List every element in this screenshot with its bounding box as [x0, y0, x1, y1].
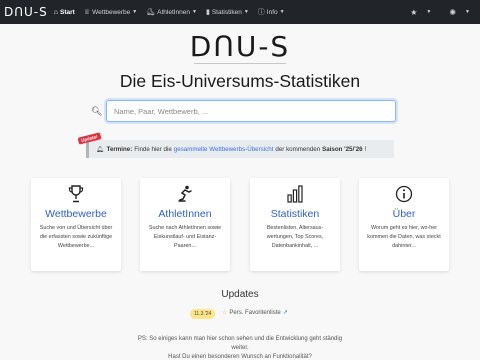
- navbar-right-tools: ★ ▼ ✺ ▼: [392, 0, 470, 24]
- wettbewerbs-overview-link[interactable]: gesammelte Wettbewerbs-Übersicht: [174, 146, 274, 153]
- chevron-down-icon: ▼: [426, 9, 432, 15]
- nav-statistiken[interactable]: ▮ Statistiken ▼: [205, 8, 249, 17]
- nav-athletinnen-label: AthletInnen: [157, 8, 191, 16]
- favorites-dropdown[interactable]: ★ ▼: [401, 8, 431, 17]
- card-statistiken[interactable]: Statistiken Bestenlisten, Altersaus-wert…: [250, 178, 340, 271]
- trophy-icon: ♕: [83, 9, 91, 16]
- chevron-down-icon: ▼: [192, 9, 197, 15]
- search-input[interactable]: [106, 100, 396, 122]
- logo-divider: [194, 63, 286, 64]
- nav-start-label: Start: [60, 8, 75, 16]
- bar-chart-icon: [250, 185, 340, 203]
- ps-text-line-3: Hast Du einen besonderen Wunsch an Funkt…: [168, 354, 312, 360]
- notice-season: Saison '25/'26: [322, 145, 363, 153]
- nav-statistiken-label: Statistiken: [211, 8, 242, 16]
- search-icon: 🔍︎: [91, 106, 103, 116]
- nav-info-label: Info: [266, 8, 278, 16]
- chevron-down-icon: ▼: [465, 9, 470, 15]
- nav-start[interactable]: ⌂ Start: [54, 9, 75, 16]
- notice-text-after: !: [364, 145, 367, 153]
- update-entry[interactable]: ☆ Pers. Favoritenliste ↗: [222, 309, 288, 317]
- card-ueber[interactable]: Über Worum geht es hier, wo-her kommen d…: [359, 178, 449, 271]
- bar-chart-icon: ▮: [205, 9, 210, 16]
- ps-text-line-2: weiter.: [231, 345, 249, 351]
- notice-text-middle: der kommenden: [275, 145, 321, 153]
- notice-label: Termine:: [106, 145, 133, 153]
- theme-dropdown[interactable]: ✺ ▼: [440, 8, 470, 17]
- bell-icon: 🔔︎: [96, 146, 104, 153]
- card-wettbewerbe[interactable]: Wettbewerbe Suche von und Übersicht über…: [31, 178, 121, 271]
- sun-icon: ✺: [449, 7, 457, 17]
- external-link-icon: ↗: [282, 310, 288, 316]
- update-date-badge: 11.3.'24: [190, 309, 216, 319]
- top-navbar: DꓵU-S ⌂ Start ♕ Wettbewerbe ▼ ⛸ AthletIn…: [0, 0, 480, 24]
- card-wettbewerbe-description: Suche von und Übersicht über die erfasst…: [39, 225, 113, 249]
- site-logo: DꓵU-S: [189, 30, 291, 63]
- card-statistiken-title[interactable]: Statistiken: [250, 208, 340, 220]
- star-icon: ☆: [222, 310, 228, 316]
- nav-wettbewerbe[interactable]: ♕ Wettbewerbe ▼: [83, 8, 138, 17]
- trophy-icon: [31, 185, 121, 203]
- page-title: Die Eis-Universums-Statistiken: [119, 71, 361, 91]
- notice-text-before: Finde hier die: [134, 145, 172, 153]
- card-athletinnen-title[interactable]: AthletInnen: [140, 208, 230, 220]
- card-ueber-title[interactable]: Über: [359, 208, 449, 220]
- chevron-down-icon: ▼: [132, 9, 138, 15]
- chevron-down-icon: ▼: [243, 9, 249, 15]
- skater-icon: ⛸: [146, 9, 156, 16]
- brand-logo[interactable]: DꓵU-S: [4, 5, 48, 19]
- skater-icon: [140, 185, 230, 203]
- card-wettbewerbe-title[interactable]: Wettbewerbe: [31, 208, 121, 220]
- home-icon: ⌂: [53, 8, 58, 16]
- card-statistiken-description: Bestenlisten, Altersaus-wertungen, Top S…: [266, 225, 324, 249]
- nav-info[interactable]: ⓘ Info ▼: [258, 7, 285, 17]
- star-icon: ★: [410, 7, 418, 17]
- card-athletinnen[interactable]: AthletInnen Suche nach AthletInnen sowie…: [140, 178, 230, 271]
- info-icon: [359, 185, 449, 203]
- updates-heading: Updates: [221, 289, 259, 300]
- chevron-down-icon: ▼: [279, 9, 285, 15]
- termine-notice: 🔔︎ Termine: Finde hier die gesammelte We…: [86, 140, 394, 158]
- nav-wettbewerbe-label: Wettbewerbe: [92, 8, 131, 16]
- ps-text-line-1: PS: So einiges kann man hier schon sehen…: [137, 336, 343, 342]
- card-ueber-description: Worum geht es hier, wo-her kommen die Da…: [367, 225, 441, 249]
- update-entry-label: Pers. Favoritenliste: [229, 309, 281, 316]
- nav-athletinnen[interactable]: ⛸ AthletInnen ▼: [146, 8, 197, 17]
- info-icon: ⓘ: [257, 9, 265, 16]
- card-athletinnen-description: Suche nach AthletInnen sowie Eiskunstlau…: [148, 225, 222, 249]
